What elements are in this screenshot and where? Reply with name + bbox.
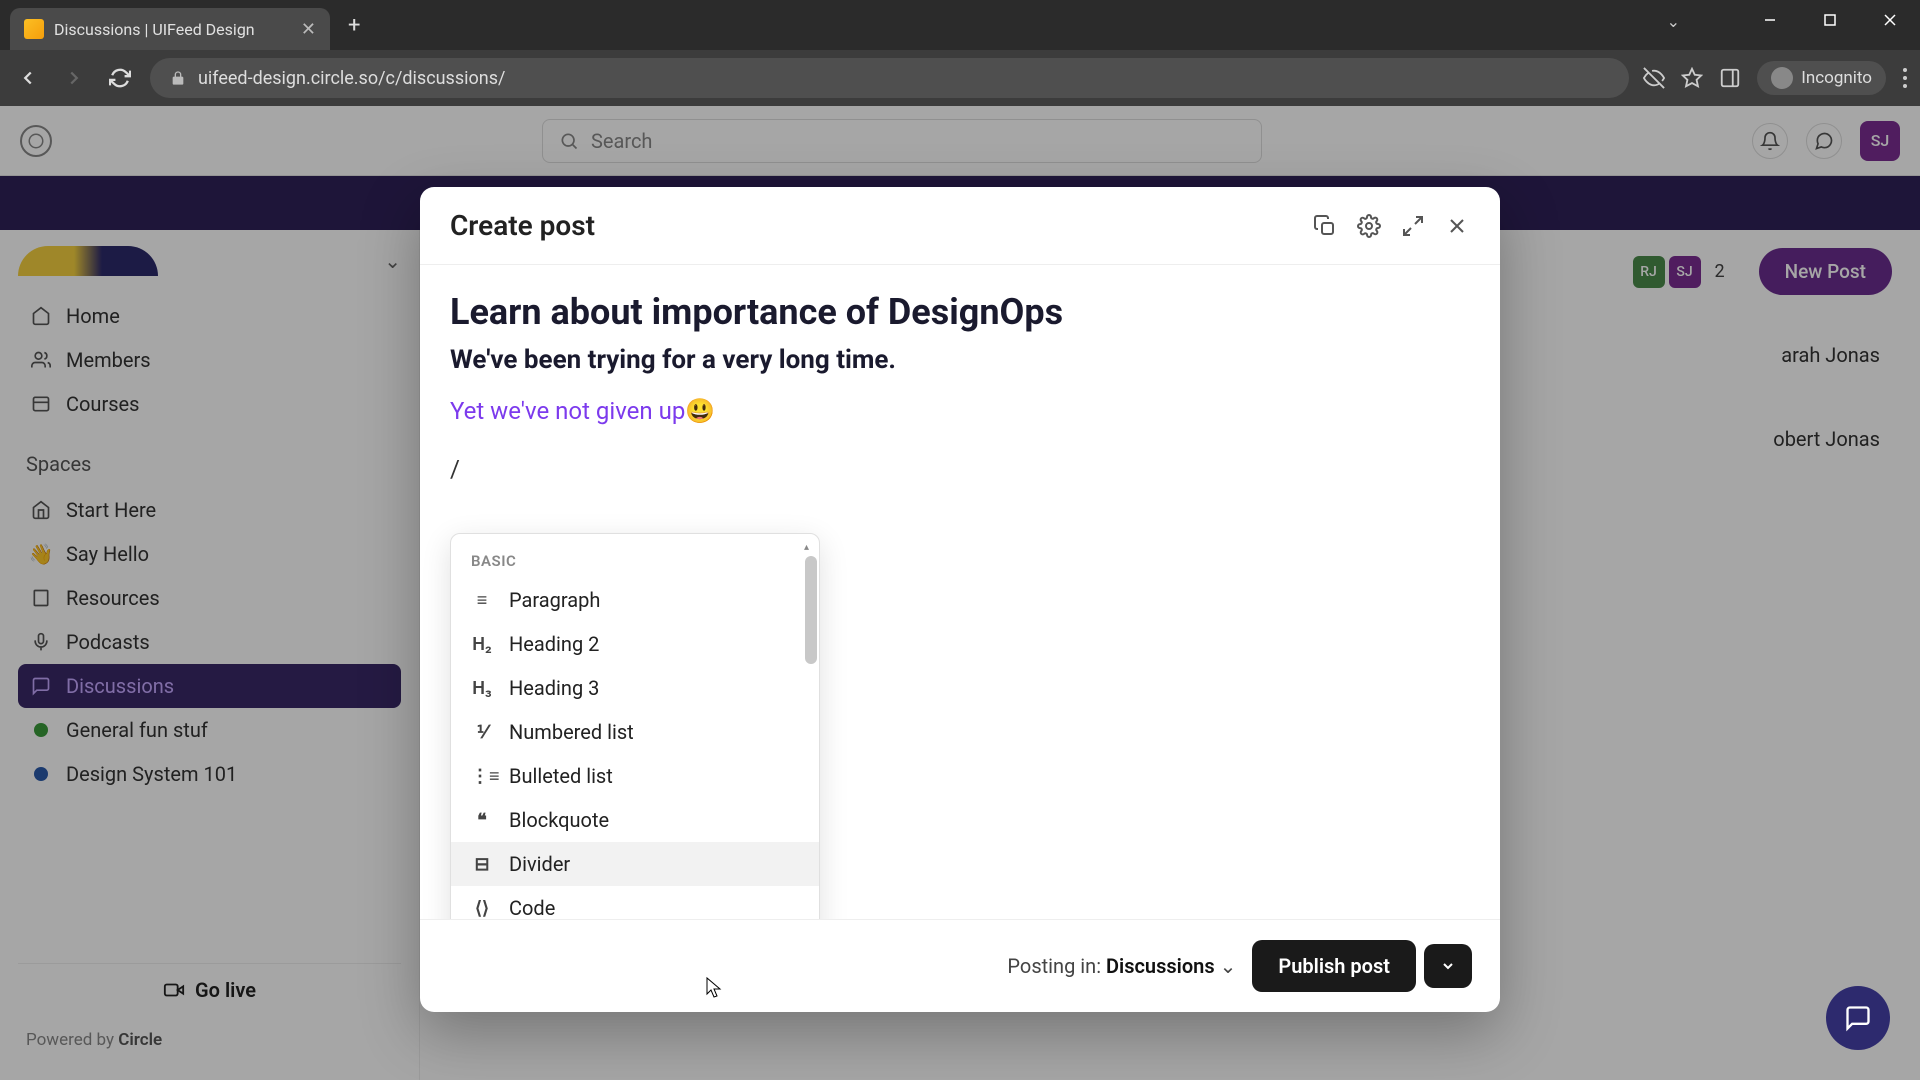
modal-footer: Posting in: Discussions ⌄ Publish post <box>420 919 1500 1012</box>
reload-button[interactable] <box>104 62 136 94</box>
browser-tab[interactable]: Discussions | UIFeed Design ✕ <box>10 8 330 50</box>
modal-body: Learn about importance of DesignOps We'v… <box>420 265 1500 919</box>
expand-icon[interactable] <box>1400 213 1426 239</box>
publish-more-button[interactable] <box>1424 944 1472 988</box>
kebab-menu-icon[interactable] <box>1902 67 1908 89</box>
modal-header: Create post <box>420 187 1500 265</box>
modal-title: Create post <box>450 209 1312 242</box>
block-type-icon: ≡ <box>471 590 493 611</box>
close-window-button[interactable] <box>1860 0 1920 40</box>
tab-favicon <box>24 19 44 39</box>
block-type-icon: ⋮≡ <box>471 766 493 787</box>
publish-button[interactable]: Publish post <box>1252 940 1416 992</box>
slash-item-blockquote[interactable]: ❝Blockquote <box>451 798 819 842</box>
eye-off-icon[interactable] <box>1643 67 1665 89</box>
incognito-icon <box>1771 67 1793 89</box>
slash-section-label: BASIC <box>451 544 819 578</box>
post-title-input[interactable]: Learn about importance of DesignOps <box>450 291 1470 333</box>
slash-item-heading-3[interactable]: H₃Heading 3 <box>451 666 819 710</box>
block-type-icon: ⟨⟩ <box>471 898 493 919</box>
browser-toolbar: uifeed-design.circle.so/c/discussions/ I… <box>0 50 1920 106</box>
slash-trigger[interactable]: / <box>450 455 1470 483</box>
slash-item-code[interactable]: ⟨⟩Code <box>451 886 819 919</box>
scrollbar-thumb[interactable] <box>805 556 817 664</box>
posting-in-selector[interactable]: Posting in: Discussions ⌄ <box>1007 954 1236 978</box>
new-tab-button[interactable]: + <box>348 13 360 38</box>
star-icon[interactable] <box>1681 67 1703 89</box>
forward-button[interactable] <box>58 62 90 94</box>
chat-icon <box>1844 1004 1872 1032</box>
minimize-button[interactable] <box>1740 0 1800 40</box>
chat-widget[interactable] <box>1826 986 1890 1050</box>
lock-icon <box>170 70 186 86</box>
scroll-up-icon[interactable]: ▴ <box>804 542 814 553</box>
slash-menu: BASIC ≡ParagraphH₂Heading 2H₃Heading 3⅟N… <box>450 533 820 919</box>
block-type-icon: ❝ <box>471 810 493 831</box>
slash-item-divider[interactable]: ⊟Divider <box>451 842 819 886</box>
maximize-button[interactable] <box>1800 0 1860 40</box>
duplicate-icon[interactable] <box>1312 213 1338 239</box>
create-post-modal: Create post Learn about importance of De… <box>420 187 1500 1012</box>
browser-tab-bar: Discussions | UIFeed Design ✕ + ⌄ <box>0 0 1920 50</box>
tab-title: Discussions | UIFeed Design <box>54 20 291 39</box>
post-subtitle[interactable]: We've been trying for a very long time. <box>450 345 1470 375</box>
panel-icon[interactable] <box>1719 67 1741 89</box>
block-type-icon: ⅟ <box>471 722 493 743</box>
incognito-badge[interactable]: Incognito <box>1757 61 1886 95</box>
gear-icon[interactable] <box>1356 213 1382 239</box>
chevron-down-icon: ⌄ <box>1220 954 1237 978</box>
block-type-icon: H₂ <box>471 634 493 655</box>
incognito-label: Incognito <box>1801 68 1872 88</box>
slash-item-bulleted-list[interactable]: ⋮≡Bulleted list <box>451 754 819 798</box>
scrollbar[interactable]: ▴ ▾ <box>805 544 817 919</box>
url-text: uifeed-design.circle.so/c/discussions/ <box>198 68 505 89</box>
post-link-text[interactable]: Yet we've not given up😃 <box>450 397 1470 425</box>
block-type-icon: H₃ <box>471 678 493 699</box>
url-bar[interactable]: uifeed-design.circle.so/c/discussions/ <box>150 58 1629 98</box>
tabs-dropdown-icon[interactable]: ⌄ <box>1667 12 1680 31</box>
tab-close-icon[interactable]: ✕ <box>301 19 316 40</box>
slash-item-heading-2[interactable]: H₂Heading 2 <box>451 622 819 666</box>
back-button[interactable] <box>12 62 44 94</box>
block-type-icon: ⊟ <box>471 854 493 875</box>
window-controls <box>1740 0 1920 40</box>
slash-item-paragraph[interactable]: ≡Paragraph <box>451 578 819 622</box>
close-icon[interactable] <box>1444 213 1470 239</box>
slash-item-numbered-list[interactable]: ⅟Numbered list <box>451 710 819 754</box>
